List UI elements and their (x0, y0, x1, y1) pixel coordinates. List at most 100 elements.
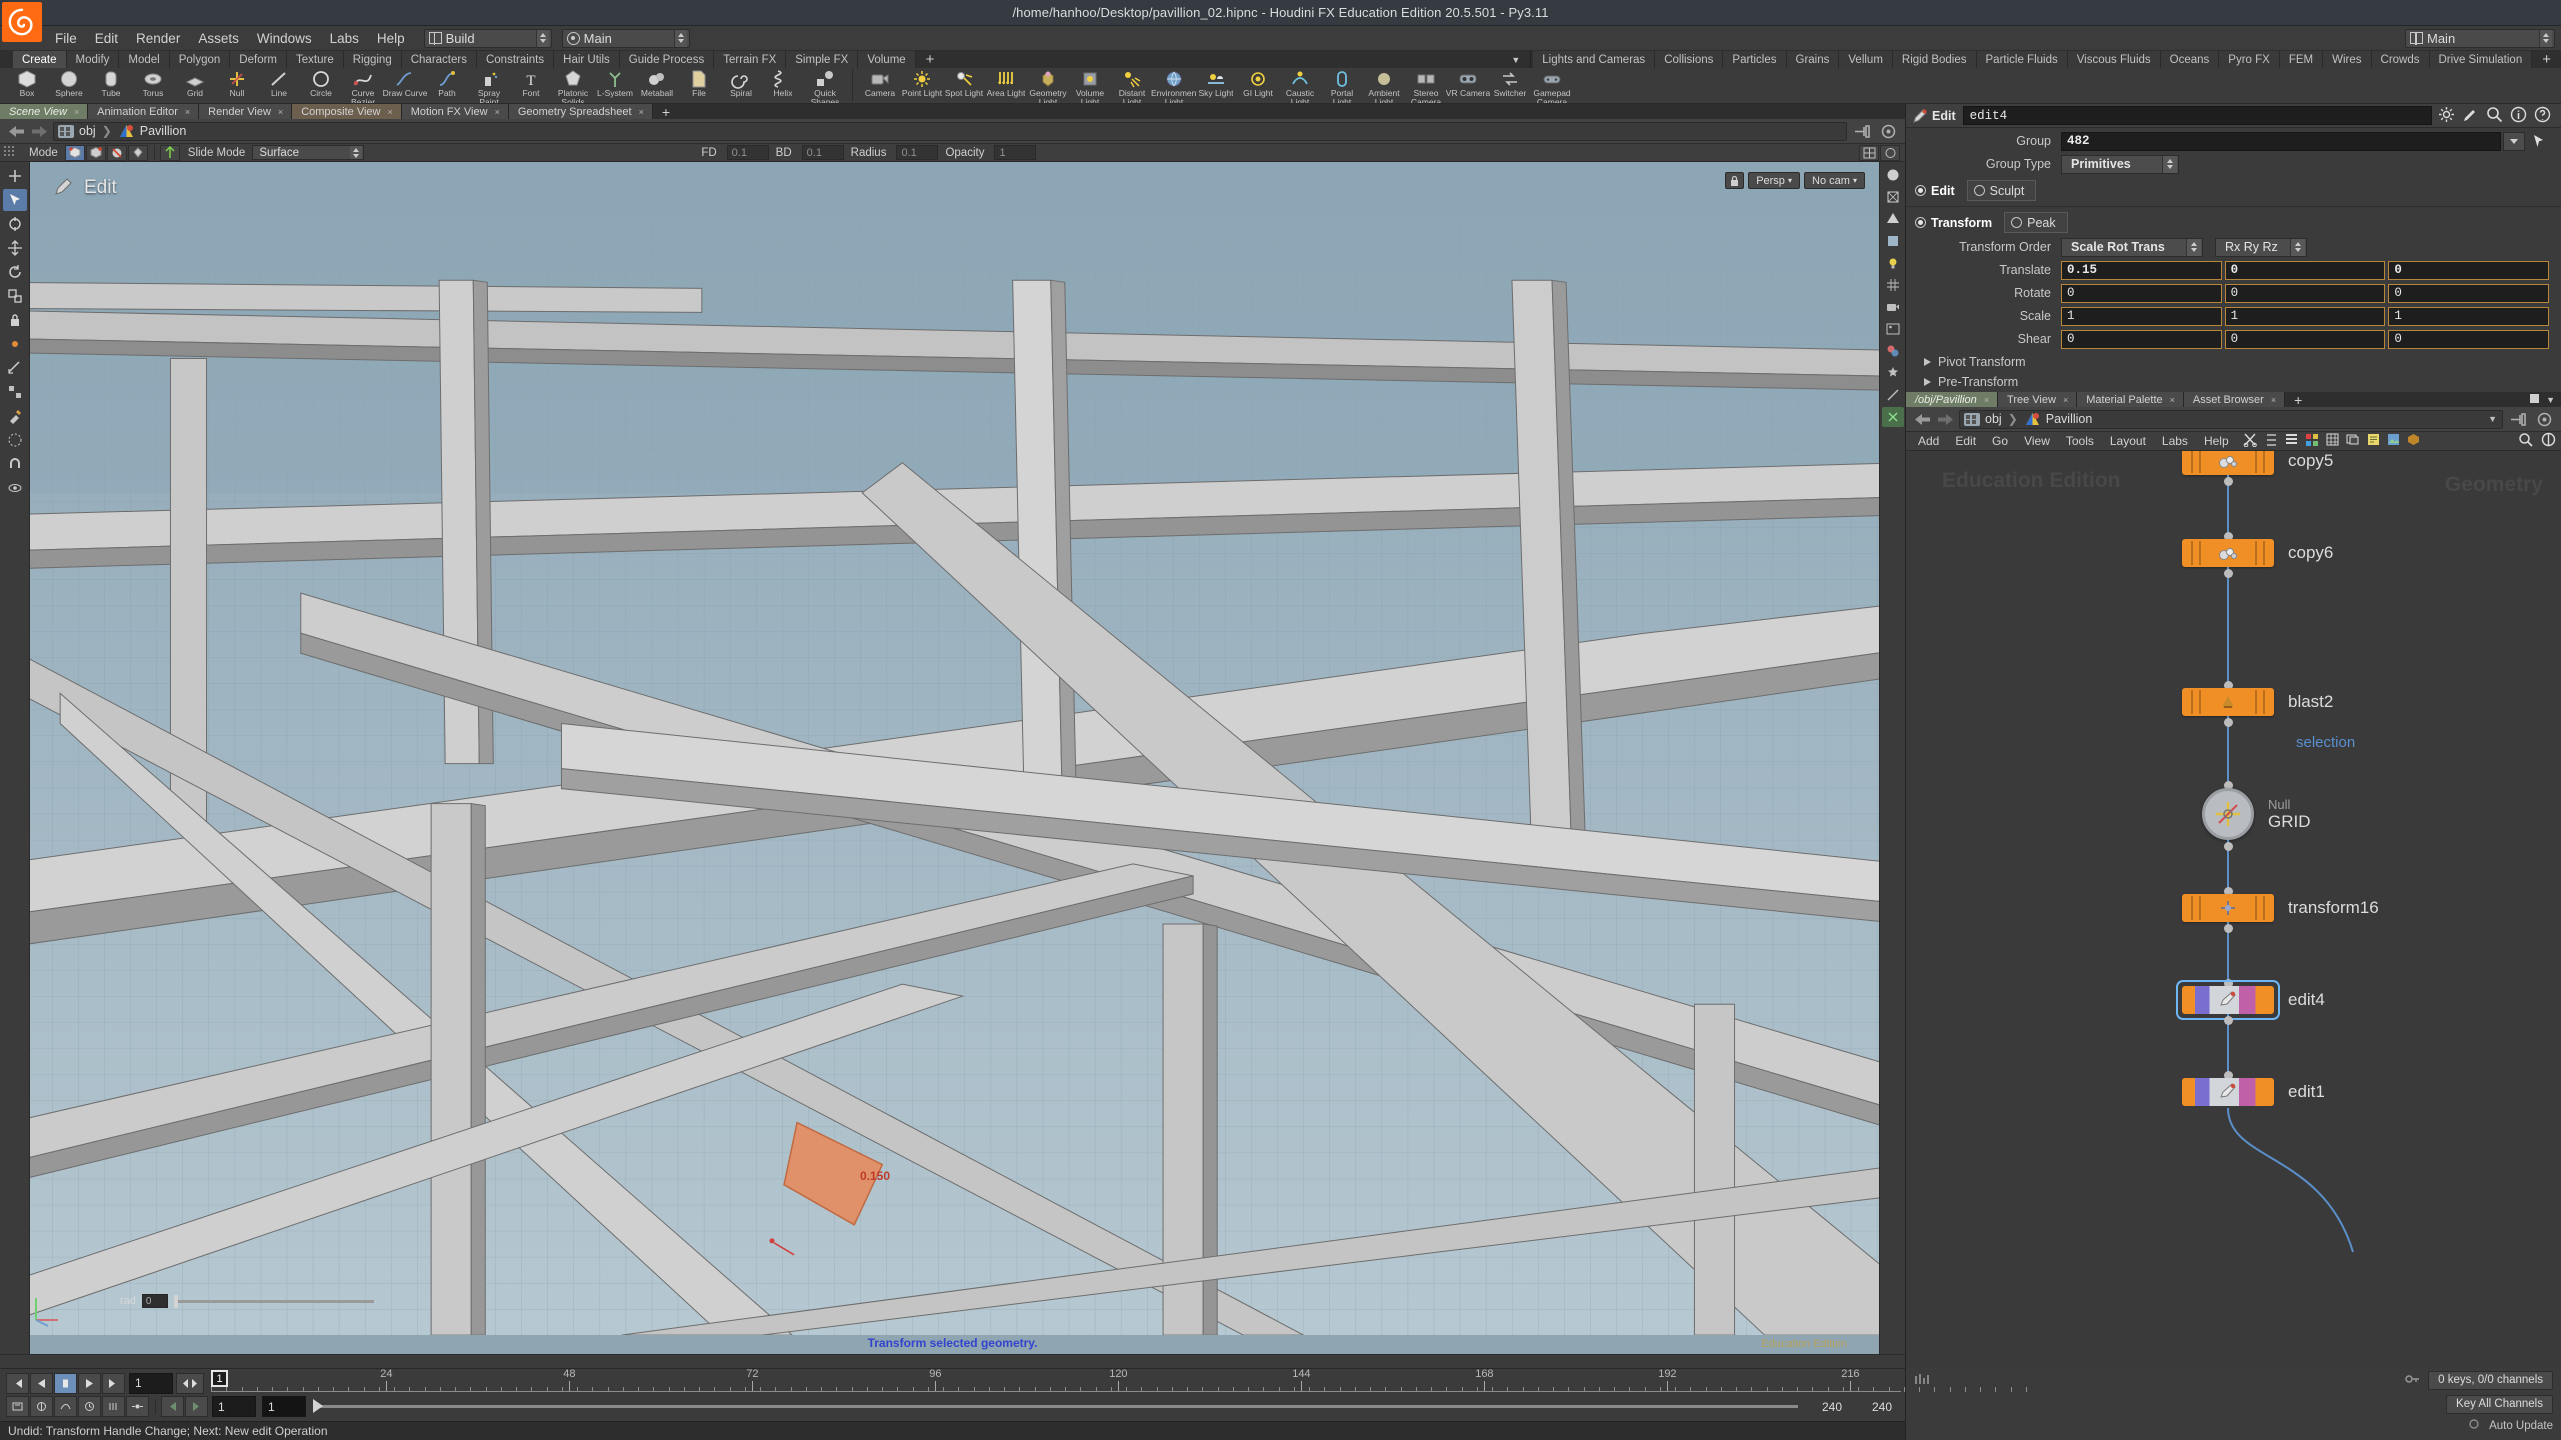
group-field[interactable]: 482 (2061, 131, 2501, 151)
range-end-field[interactable]: 1 (262, 1396, 306, 1417)
shelf-tool-draw-curve[interactable]: Draw Curve (383, 68, 427, 98)
move-tool-icon[interactable] (3, 237, 27, 259)
shelf-tab-modify[interactable]: Modify (66, 51, 120, 68)
timeline-range-slider[interactable] (313, 1399, 1798, 1414)
shelf-tool-circle[interactable]: Circle (300, 68, 342, 98)
node-body[interactable] (2182, 894, 2274, 922)
grid-toggle-icon[interactable] (1882, 275, 1904, 295)
maximize-pane-icon[interactable] (2529, 392, 2540, 407)
shelf-tab-particles[interactable]: Particles (1723, 51, 1787, 68)
network-breadcrumb-pavillion[interactable]: Pavillion (2046, 412, 2093, 426)
tab-close-icon[interactable]: × (278, 107, 283, 117)
shelf-tool-sphere[interactable]: Sphere (48, 68, 90, 98)
wireframe-icon[interactable] (1882, 187, 1904, 207)
node-connector-dot[interactable] (2223, 1016, 2233, 1025)
tab-close-icon[interactable]: × (495, 107, 500, 117)
shaded-icon[interactable] (1882, 209, 1904, 229)
shelf-tool-geometry-light[interactable]: Geometry Light (1027, 68, 1069, 103)
mode-edges-button[interactable] (106, 144, 127, 161)
shelf-tool-sky-light[interactable]: Sky Light (1195, 68, 1237, 98)
network-node-transform16[interactable]: transform16 (2182, 894, 2379, 922)
network-menu-edit[interactable]: Edit (1947, 434, 1984, 448)
mode-object-button[interactable] (64, 144, 85, 161)
realtime-icon[interactable] (78, 1396, 101, 1417)
list-icon[interactable] (2285, 433, 2298, 450)
play-forward-button[interactable] (78, 1372, 101, 1394)
shelf-tab-create[interactable]: Create (13, 51, 67, 68)
handle-tool-icon[interactable] (3, 213, 27, 235)
shelf-overflow-chevron-down-icon[interactable]: ▼ (1503, 51, 1528, 68)
guides-icon[interactable] (1882, 385, 1904, 405)
tab-tree-view[interactable]: Tree View × (1998, 392, 2078, 407)
network-node-edit1[interactable]: edit1 (2182, 1078, 2325, 1106)
node-connector-dot[interactable] (2223, 842, 2233, 851)
lighting-icon[interactable] (1882, 253, 1904, 273)
right-layout-spinner[interactable] (2539, 29, 2552, 47)
group-pick-arrow-icon[interactable] (2527, 132, 2549, 151)
network-menu-view[interactable]: View (2016, 434, 2058, 448)
shelf-tool-volume-light[interactable]: Volume Light (1069, 68, 1111, 103)
network-node-edit4[interactable]: edit4 (2176, 980, 2325, 1020)
network-options-icon[interactable] (2533, 409, 2555, 429)
rotate-y-field[interactable]: 0 (2224, 283, 2386, 303)
network-pin-icon[interactable] (2507, 409, 2529, 429)
visibility-icon[interactable] (3, 477, 27, 499)
mode-primitives-button[interactable] (127, 144, 148, 161)
breadcrumb-pavillion[interactable]: Pavillion (140, 124, 187, 138)
group-type-combo[interactable]: Primitives (2061, 154, 2179, 174)
network-forward-arrow-icon[interactable] (1934, 409, 1956, 429)
network-menu-labs[interactable]: Labs (2154, 434, 2196, 448)
network-menu-add[interactable]: Add (1910, 434, 1947, 448)
radio-sculpt[interactable]: Sculpt (1966, 180, 2037, 201)
network-search-icon[interactable] (2518, 432, 2533, 450)
shelf-tab-rigid-bodies[interactable]: Rigid Bodies (1892, 51, 1977, 68)
timeline-playhead[interactable]: 1 (211, 1370, 228, 1387)
shelf-tab-terrain-fx[interactable]: Terrain FX (714, 51, 787, 68)
shelf-tab-grains[interactable]: Grains (1786, 51, 1840, 68)
parameter-node-name-field[interactable]: edit4 (1962, 106, 2432, 125)
shelf-tool-switcher[interactable]: Switcher (1489, 68, 1531, 98)
step-back-button[interactable] (30, 1372, 53, 1394)
scale-y-field[interactable]: 1 (2224, 306, 2386, 326)
search-icon[interactable] (2486, 106, 2503, 126)
menu-edit[interactable]: Edit (86, 26, 127, 51)
breadcrumb-obj[interactable]: obj (79, 124, 96, 138)
viewport-persp-button[interactable]: Persp ▾ (1748, 172, 1801, 189)
menu-windows[interactable]: Windows (248, 26, 321, 51)
shelf-tool-portal-light[interactable]: Portal Light (1321, 68, 1363, 103)
back-arrow-icon[interactable] (6, 121, 28, 141)
shelf-tool-font[interactable]: T Font (510, 68, 552, 98)
network-display-icon[interactable] (2541, 432, 2556, 450)
background-icon[interactable] (1882, 319, 1904, 339)
pane-menu-chevron-down-icon[interactable]: ▼ (2546, 395, 2555, 405)
desktop-combo[interactable]: Main (561, 28, 690, 48)
shelf-tab-fem[interactable]: FEM (2279, 51, 2324, 68)
range-start-field[interactable]: 1 (212, 1396, 256, 1417)
tab-asset-browser[interactable]: Asset Browser × (2183, 392, 2286, 407)
network-path-field[interactable]: obj ❯ Pavillion ▼ (1959, 409, 2503, 429)
network-menu-go[interactable]: Go (1984, 434, 2016, 448)
shelf-tool-environment-light[interactable]: Environment Light (1151, 68, 1197, 103)
network-menu-layout[interactable]: Layout (2102, 434, 2154, 448)
group-type-spinner[interactable] (2162, 155, 2177, 173)
playback-range-icon[interactable] (54, 1396, 77, 1417)
tab-close-icon[interactable]: × (74, 107, 79, 117)
shelf-add-tab-button-2[interactable]: + (2532, 51, 2561, 68)
radio-transform[interactable]: Transform (1908, 212, 2004, 233)
tab-geometry-spreadsheet[interactable]: Geometry Spreadsheet × (508, 104, 653, 119)
tab-close-icon[interactable]: × (2170, 395, 2175, 405)
pin-icon[interactable] (1851, 121, 1873, 141)
current-frame-field[interactable]: 1 (129, 1372, 173, 1394)
shelf-tool-path[interactable]: Path (426, 68, 468, 98)
shelf-tool-point-light[interactable]: Point Light (901, 68, 943, 98)
tab-composite-view[interactable]: Composite View × (292, 104, 402, 119)
shelf-add-tab-button[interactable]: + (916, 51, 945, 68)
shelf-tool-tube[interactable]: Tube (90, 68, 132, 98)
shelf-tool-platonic-solids[interactable]: Platonic Solids (552, 68, 594, 103)
shelf-tool-file[interactable]: File (678, 68, 720, 98)
notes-icon[interactable] (2367, 433, 2380, 449)
camera-icon[interactable] (1882, 297, 1904, 317)
bd-field[interactable]: 0.1 (801, 145, 844, 160)
tab-close-icon[interactable]: × (2271, 395, 2276, 405)
shelf-tab-guide-process[interactable]: Guide Process (619, 51, 715, 68)
